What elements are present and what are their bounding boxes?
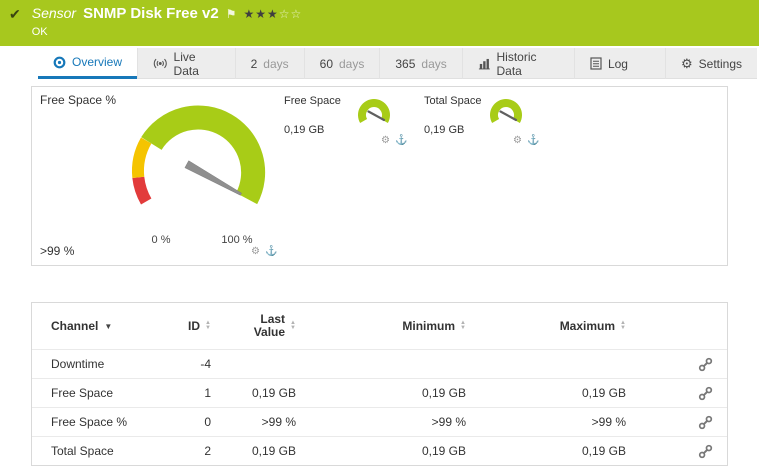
stars-empty[interactable]: ☆☆ [279, 7, 303, 21]
primary-gauge-controls: ⚙ ⚓ [246, 246, 277, 257]
channel-menu-caret-icon[interactable]: ▼ [104, 322, 112, 331]
gauge-scale-min: 0 % [152, 234, 171, 246]
tab-log[interactable]: Log [573, 48, 643, 79]
tab-live-data[interactable]: Live Data [137, 48, 235, 79]
sensor-title: SNMP Disk Free v2 [83, 5, 219, 22]
channel-name[interactable]: Free Space % [51, 415, 171, 429]
tab-number: 2 [250, 56, 258, 71]
gauge-gear-icon[interactable]: ⚙ [513, 135, 522, 146]
maximum-value: >99 % [591, 415, 626, 429]
last-value: 0,19 GB [251, 444, 296, 458]
mini-gauge-title: Free Space [284, 95, 341, 107]
header-last-value[interactable]: Last Value ▲ ▼ [211, 313, 296, 339]
gauge-needle [499, 110, 518, 122]
tab-unit: days [339, 56, 365, 71]
tab-label: Settings [698, 56, 742, 71]
gauge-pin-icon[interactable]: ⚓ [527, 135, 539, 146]
channel-table-header: Channel ▼ ID ▲ ▼ Last Value ▲ ▼ Minimum ▲ ▼… [32, 303, 727, 349]
header-minimum[interactable]: Minimum ▲ ▼ [296, 319, 466, 333]
gauge-needle [367, 110, 386, 122]
tab-number: 60 [319, 56, 333, 71]
channel-settings-icon[interactable] [698, 386, 713, 401]
log-icon [590, 57, 602, 70]
channel-settings-icon[interactable] [698, 415, 713, 430]
channel-name[interactable]: Free Space [51, 386, 171, 400]
header-maximum[interactable]: Maximum ▲ ▼ [466, 319, 626, 333]
channel-name[interactable]: Total Space [51, 444, 171, 458]
gauge-gear-icon[interactable]: ⚙ [251, 246, 260, 257]
last-value: >99 % [261, 415, 296, 429]
tab-365-days[interactable]: 365 days [379, 48, 461, 79]
channel-table: Channel ▼ ID ▲ ▼ Last Value ▲ ▼ Minimum ▲ ▼… [31, 302, 728, 466]
priority-stars[interactable]: ★★★☆☆ [243, 7, 302, 21]
mini-channel-gauge [490, 99, 522, 123]
tab-unit: days [263, 56, 289, 71]
minimum-value: >99 % [431, 415, 466, 429]
minimum-value: 0,19 GB [421, 386, 466, 400]
tab-2-days[interactable]: 2 days [234, 48, 304, 79]
channel-id: 0 [204, 415, 211, 429]
sensor-header: ✔ Sensor SNMP Disk Free v2 ⚑ ★★★☆☆ OK [0, 0, 759, 46]
tab-label: Overview [72, 55, 123, 69]
tab-settings[interactable]: ⚙ Settings [664, 48, 757, 79]
stars-filled[interactable]: ★★★ [243, 7, 278, 21]
maximum-value: 0,19 GB [581, 444, 626, 458]
tab-number: 365 [395, 56, 416, 71]
header-channel[interactable]: Channel ▼ [51, 319, 171, 333]
tab-unit: days [421, 56, 447, 71]
mini-gauge-value: 0,19 GB [284, 124, 325, 136]
tab-label: Log [607, 56, 628, 71]
flag-icon[interactable]: ⚑ [226, 7, 237, 21]
primary-gauge-value: >99 % [40, 244, 75, 258]
status-ok-icon: ✔ [9, 6, 21, 22]
tab-historic-data[interactable]: Historic Data [461, 48, 574, 79]
gauge-gear-icon[interactable]: ⚙ [381, 135, 390, 146]
mini-gauge-value: 0,19 GB [424, 124, 465, 136]
overview-gauge-panel: Free Space % 0 % 100 % >99 % ⚙ ⚓ Free Spa… [31, 86, 728, 266]
channel-settings-icon[interactable] [698, 444, 713, 459]
primary-channel-gauge: 0 % 100 % [131, 105, 266, 246]
channel-id: -4 [200, 357, 211, 371]
tab-label: Historic Data [496, 49, 537, 78]
table-row[interactable]: Free Space 1 0,19 GB 0,19 GB 0,19 GB [32, 378, 727, 407]
status-badge: OK [31, 26, 48, 38]
mini-gauge-controls: ⚙ ⚓ [376, 135, 407, 146]
gauge-needle [184, 160, 242, 196]
settings-gear-icon: ⚙ [680, 56, 693, 71]
channel-id: 1 [204, 386, 211, 400]
overview-icon [53, 56, 66, 68]
channel-name[interactable]: Downtime [51, 357, 171, 371]
mini-channel-gauge [358, 99, 390, 123]
mini-gauge-controls: ⚙ ⚓ [508, 135, 539, 146]
gauge-pin-icon[interactable]: ⚓ [265, 246, 277, 257]
maximum-value: 0,19 GB [581, 386, 626, 400]
title-block: Sensor SNMP Disk Free v2 ⚑ ★★★☆☆ OK [32, 5, 303, 46]
tab-label: Live Data [173, 49, 199, 78]
historic-data-icon [478, 58, 490, 70]
gauge-pin-icon[interactable]: ⚓ [395, 135, 407, 146]
tab-overview[interactable]: Overview [38, 48, 138, 79]
tab-bar: Overview Live Data 2 days 60 days 365 da… [38, 48, 757, 79]
table-row[interactable]: Downtime -4 [32, 349, 727, 378]
tab-60-days[interactable]: 60 days [303, 48, 380, 79]
gauge-scale-max: 100 % [221, 234, 252, 246]
channel-settings-icon[interactable] [698, 357, 713, 372]
last-value: 0,19 GB [251, 386, 296, 400]
sort-icon[interactable]: ▲ ▼ [620, 320, 626, 331]
table-row[interactable]: Free Space % 0 >99 % >99 % >99 % [32, 407, 727, 436]
header-id[interactable]: ID ▲ ▼ [171, 319, 211, 333]
mini-gauge-title: Total Space [424, 95, 482, 107]
minimum-value: 0,19 GB [421, 444, 466, 458]
channel-id: 2 [204, 444, 211, 458]
table-row[interactable]: Total Space 2 0,19 GB 0,19 GB 0,19 GB [32, 436, 727, 465]
object-kind-label: Sensor [31, 5, 77, 21]
live-data-icon [153, 58, 167, 69]
